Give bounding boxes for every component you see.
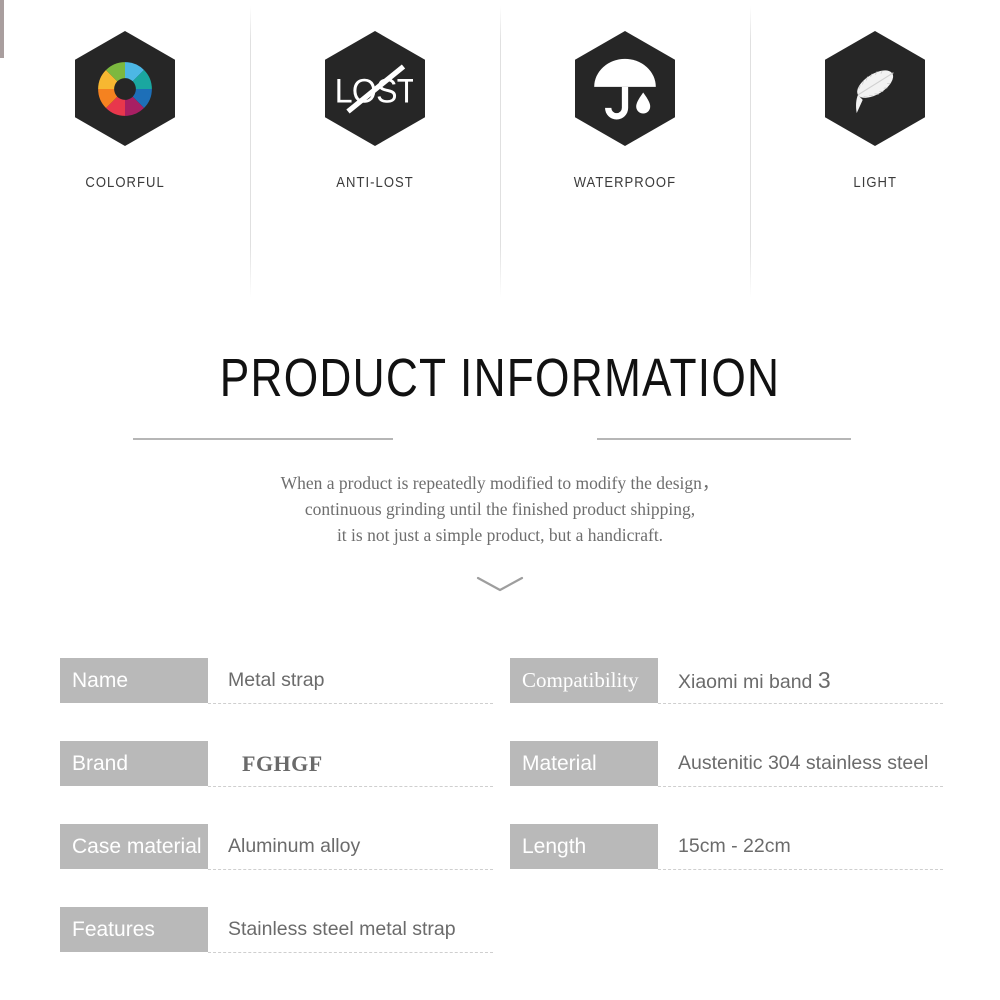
product-spec-table: Name Metal strap Brand FGHGF Case materi… xyxy=(0,648,1000,978)
spec-label-material: Material xyxy=(510,741,658,786)
spec-value-length: 15cm - 22cm xyxy=(678,835,791,857)
umbrella-waterproof-icon xyxy=(575,31,675,146)
spec-row-material: Material Austenitic 304 stainless steel xyxy=(510,731,960,814)
spec-column-left: Name Metal strap Brand FGHGF Case materi… xyxy=(60,648,510,980)
title-rule-right xyxy=(597,438,851,440)
spec-underline xyxy=(658,869,943,870)
description-line-2: continuous grinding until the finished p… xyxy=(304,499,696,519)
feature-item-waterproof: WATERPROOF xyxy=(500,0,750,305)
spec-value-compatibility: Xiaomi mi band 3 xyxy=(678,658,831,703)
spec-underline xyxy=(658,786,943,787)
spec-row-features: Features Stainless steel metal strap xyxy=(60,897,510,980)
feature-label-waterproof: WATERPROOF xyxy=(573,175,677,191)
page-title: PRODUCT INFORMATION xyxy=(219,348,781,408)
feather-light-icon xyxy=(825,31,925,146)
spec-label-case-material: Case material xyxy=(60,824,208,869)
spec-value-compatibility-text: Xiaomi mi band xyxy=(678,671,818,693)
section-description: When a product is repeatedly modified to… xyxy=(0,470,1000,548)
spec-value-compatibility-number: 3 xyxy=(817,667,831,693)
spec-value-features: Stainless steel metal strap xyxy=(228,918,456,940)
spec-underline xyxy=(658,703,943,704)
spec-label-name: Name xyxy=(60,658,208,703)
spec-value-material: Austenitic 304 stainless steel xyxy=(678,752,929,774)
spec-row-case-material: Case material Aluminum alloy xyxy=(60,814,510,897)
spec-underline xyxy=(208,869,493,870)
spec-value-case-material: Aluminum alloy xyxy=(228,835,361,857)
spec-value-name: Metal strap xyxy=(228,669,325,691)
anti-lost-icon: LOST xyxy=(325,31,425,146)
feature-strip: COLORFUL LOST ANTI-LOST WATERPROOF xyxy=(0,0,1000,305)
feature-item-anti-lost: LOST ANTI-LOST xyxy=(250,0,500,305)
spec-label-features: Features xyxy=(60,907,208,952)
spec-row-name: Name Metal strap xyxy=(60,648,510,731)
spec-column-right: Compatibility Xiaomi mi band 3 Material … xyxy=(510,648,960,897)
spec-label-length: Length xyxy=(510,824,658,869)
title-rule-left xyxy=(133,438,393,440)
feature-label-colorful: COLORFUL xyxy=(85,175,165,191)
description-line-3: it is not just a simple product, but a h… xyxy=(336,525,664,545)
spec-label-compatibility: Compatibility xyxy=(510,658,658,703)
feature-item-light: LIGHT xyxy=(750,0,1000,305)
spec-underline xyxy=(208,952,493,953)
spec-value-brand: FGHGF xyxy=(242,751,323,776)
feature-label-light: LIGHT xyxy=(853,175,897,191)
feature-label-anti-lost: ANTI-LOST xyxy=(336,175,414,191)
chevron-down-icon xyxy=(476,576,524,592)
spec-row-length: Length 15cm - 22cm xyxy=(510,814,960,897)
spec-row-compatibility: Compatibility Xiaomi mi band 3 xyxy=(510,648,960,731)
spec-underline xyxy=(208,703,493,704)
spec-label-brand: Brand xyxy=(60,741,208,786)
feature-item-colorful: COLORFUL xyxy=(0,0,250,305)
color-wheel-icon xyxy=(75,31,175,146)
description-line-1: When a product is repeatedly modified to… xyxy=(280,473,720,493)
spec-underline xyxy=(208,786,493,787)
spec-row-brand: Brand FGHGF xyxy=(60,731,510,814)
